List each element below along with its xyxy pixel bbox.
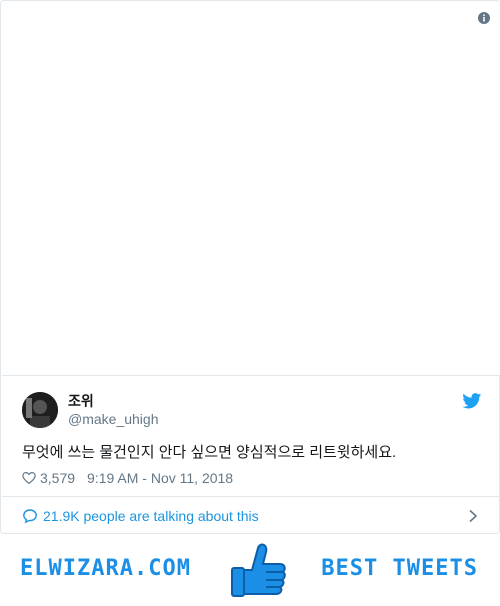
author-handle[interactable]: @make_uhigh: [68, 410, 159, 428]
section-label[interactable]: BEST TWEETS: [321, 556, 478, 581]
like-count[interactable]: 3,579: [40, 469, 75, 487]
author-display-name[interactable]: 조위: [68, 392, 94, 410]
heart-icon[interactable]: [22, 471, 36, 485]
chevron-right-icon[interactable]: [468, 509, 478, 523]
tweet-body: 조위 @make_uhigh 무엇에 쓰는 물건인지 안다 싶으면 양심적으로 …: [2, 377, 500, 495]
tweet-text: 무엇에 쓰는 물건인지 안다 싶으면 양심적으로 리트윗하세요.: [22, 444, 397, 461]
info-icon[interactable]: [478, 12, 490, 24]
twitter-bird-icon[interactable]: [462, 393, 482, 409]
site-name[interactable]: ELWIZARA.COM: [20, 556, 191, 581]
thumbs-up-icon: [231, 543, 286, 597]
tweet-media-area[interactable]: [2, 2, 500, 376]
reply-bubble-icon: [23, 508, 37, 524]
avatar[interactable]: [22, 392, 58, 428]
conversation-count-label[interactable]: 21.9K people are talking about this: [43, 507, 259, 525]
tweet-card: 조위 @make_uhigh 무엇에 쓰는 물건인지 안다 싶으면 양심적으로 …: [0, 0, 500, 534]
conversation-link[interactable]: 21.9K people are talking about this: [2, 496, 500, 534]
site-footer-banner: ELWIZARA.COM BEST TWEETS: [0, 534, 500, 606]
tweet-meta: 3,579 9:19 AM - Nov 11, 2018: [22, 469, 233, 487]
tweet-timestamp[interactable]: 9:19 AM - Nov 11, 2018: [87, 469, 233, 487]
